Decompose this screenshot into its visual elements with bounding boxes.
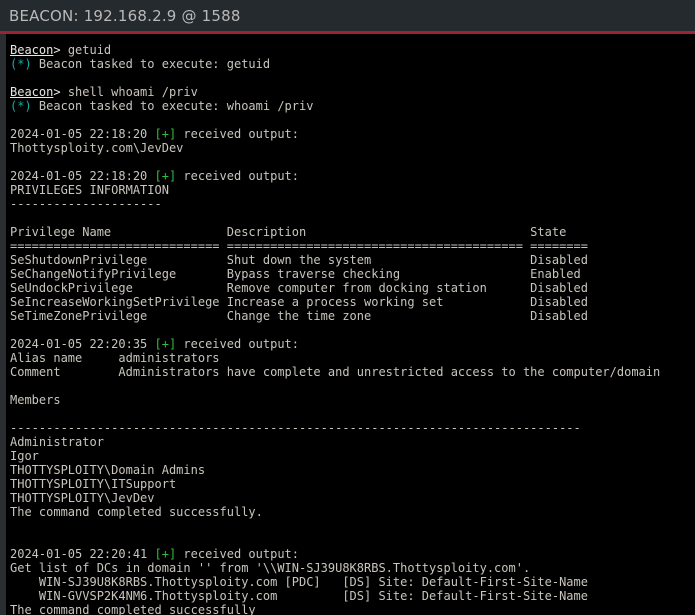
output-timestamp: 2024-01-05 22:20:35 [10,337,155,351]
output-header-text: received output: [176,547,300,561]
console-line-text: ============================= ==========… [10,239,588,253]
console-task-line: (*) Beacon tasked to execute: whoami /pr… [10,99,695,113]
console-text-line: SeUndockPrivilege Remove computer from d… [10,281,695,295]
console-line-text: Igor [10,449,39,463]
console-line-text: Alias name administrators [10,351,220,365]
console-area: Beacon> getuid (*) Beacon tasked to execu… [0,34,695,615]
console-output-header-line: 2024-01-05 22:18:20 [+] received output: [10,127,695,141]
console-text-line: Get list of DCs in domain '' from '\\WIN… [10,561,695,575]
console-prompt-line: Beacon> shell whoami /priv [10,85,695,99]
console-line-text: SeTimeZonePrivilege Change the time zone… [10,309,588,323]
task-text: Beacon tasked to execute: getuid [31,57,271,71]
prompt-command: shell whoami /priv [67,85,198,99]
console-text-line: WIN-SJ39U8K8RBS.Thottysploity.com [PDC] … [10,575,695,589]
console-line-text: SeIncreaseWorkingSetPrivilege Increase a… [10,295,588,309]
output-header-text: received output: [176,337,300,351]
console-text-line: SeChangeNotifyPrivilege Bypass traverse … [10,267,695,281]
console-text-line: Thottysploity.com\JevDev [10,141,695,155]
console-line-text: WIN-GVVSP2K4NM6.Thottysploity.com [DS] S… [10,589,588,603]
console-text-line: THOTTYSPLOITY\Domain Admins [10,463,695,477]
console-text-line: WIN-GVVSP2K4NM6.Thottysploity.com [DS] S… [10,589,695,603]
console-text-line: Comment Administrators have complete and… [10,365,695,379]
console-text-line: The command completed successfully [10,603,695,615]
console-line-text: THOTTYSPLOITY\JevDev [10,491,155,505]
console-text-line: ============================= ==========… [10,239,695,253]
console-prompt-line: Beacon> getuid [10,43,695,57]
prompt-caret: > [53,43,68,57]
output-timestamp: 2024-01-05 22:20:41 [10,547,155,561]
console-line-text: SeUndockPrivilege Remove computer from d… [10,281,588,295]
output-marker-icon: [+] [154,547,177,561]
output-header-text: received output: [176,127,300,141]
console-line-text: --------------------- [10,197,162,211]
console-text-line: Privilege Name Description State [10,225,695,239]
console-line-text: SeChangeNotifyPrivilege Bypass traverse … [10,267,581,281]
console-text-line: ----------------------------------------… [10,421,695,435]
console-text-line: Administrator [10,435,695,449]
console-line-text: The command completed successfully. [10,505,263,519]
output-marker-icon: [+] [154,337,177,351]
console-line-text: ----------------------------------------… [10,421,581,435]
prompt-command: getuid [67,43,112,57]
console-line-text: THOTTYSPLOITY\Domain Admins [10,463,206,477]
beacon-console-window: BEACON: 192.168.2.9 @ 1588 Beacon> getui… [0,0,695,615]
console-output-header-line: 2024-01-05 22:18:20 [+] received output: [10,169,695,183]
console-line-text: WIN-SJ39U8K8RBS.Thottysploity.com [PDC] … [10,575,588,589]
console-task-line: (*) Beacon tasked to execute: getuid [10,57,695,71]
console-text-line: SeIncreaseWorkingSetPrivilege Increase a… [10,295,695,309]
output-header-text: received output: [176,169,300,183]
console-line-text: PRIVILEGES INFORMATION [10,183,169,197]
output-marker-icon: [+] [154,169,177,183]
console-text-line: Igor [10,449,695,463]
console-text-line: PRIVILEGES INFORMATION [10,183,695,197]
prompt-caret: > [53,85,68,99]
output-marker-icon: [+] [154,127,177,141]
console-text-line: SeShutdownPrivilege Shut down the system… [10,253,695,267]
output-timestamp: 2024-01-05 22:18:20 [10,169,155,183]
prompt-label: Beacon [10,43,54,57]
console-output[interactable]: Beacon> getuid (*) Beacon tasked to execu… [6,34,695,615]
console-output-header-line: 2024-01-05 22:20:41 [+] received output: [10,547,695,561]
console-text-line: Members [10,393,695,407]
console-text-line: SeTimeZonePrivilege Change the time zone… [10,309,695,323]
window-titlebar: BEACON: 192.168.2.9 @ 1588 [0,0,695,31]
console-line-text: Get list of DCs in domain '' from '\\WIN… [10,561,531,575]
console-line-text: Comment Administrators have complete and… [10,365,661,379]
console-text-line: The command completed successfully. [10,505,695,519]
task-text: Beacon tasked to execute: whoami /priv [31,99,314,113]
output-timestamp: 2024-01-05 22:18:20 [10,127,155,141]
console-text-line: Alias name administrators [10,351,695,365]
prompt-label: Beacon [10,85,54,99]
console-text-line: --------------------- [10,197,695,211]
console-line-text: Thottysploity.com\JevDev [10,141,184,155]
console-text-line: THOTTYSPLOITY\JevDev [10,491,695,505]
task-marker-icon: (*) [10,99,32,113]
console-line-text: Administrator [10,435,104,449]
window-title: BEACON: 192.168.2.9 @ 1588 [9,6,241,25]
console-line-text: Privilege Name Description State [10,225,567,239]
console-line-text: The command completed successfully [10,603,256,615]
console-line-text: SeShutdownPrivilege Shut down the system… [10,253,588,267]
console-line-text: THOTTYSPLOITY\ITSupport [10,477,177,491]
console-text-line: THOTTYSPLOITY\ITSupport [10,477,695,491]
console-output-header-line: 2024-01-05 22:20:35 [+] received output: [10,337,695,351]
console-line-text: Members [10,393,61,407]
task-marker-icon: (*) [10,57,32,71]
